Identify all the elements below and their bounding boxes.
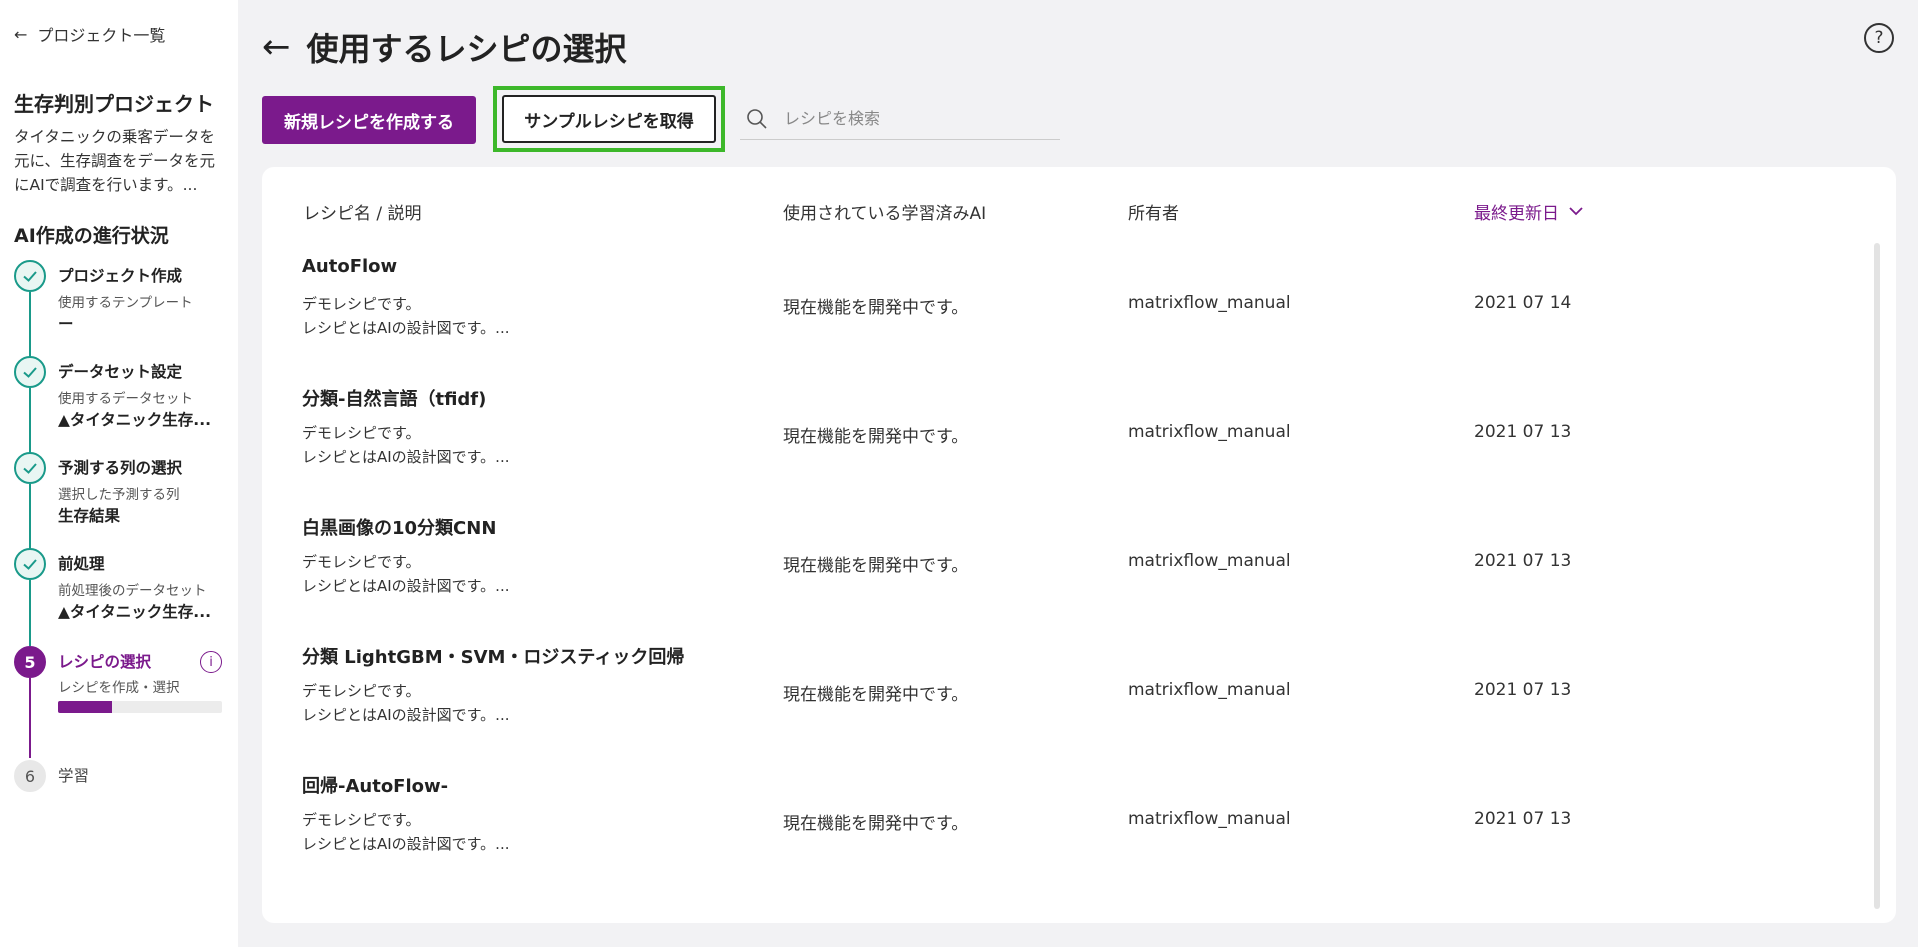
get-sample-recipe-button[interactable]: サンプルレシピを取得 (502, 95, 716, 143)
recipe-desc-line: レシピとはAIの設計図です。... (302, 577, 510, 595)
sample-button-highlight: サンプルレシピを取得 (493, 86, 725, 152)
progress-title: AI作成の進行状況 (14, 225, 169, 247)
recipe-desc-line: デモレシピです。 (302, 811, 421, 829)
column-header-updated[interactable]: 最終更新日 (1474, 199, 1583, 224)
recipe-desc-line: デモレシピです。 (302, 682, 421, 700)
table-row[interactable]: 白黒画像の10分類CNN デモレシピです。 レシピとはAIの設計図です。... … (262, 514, 1862, 643)
column-header-ai: 使用されている学習済みAI (783, 204, 987, 224)
check-icon (14, 452, 46, 484)
updated-date: 2021 07 13 (1474, 551, 1572, 571)
column-header-name: レシピ名 / 説明 (303, 204, 422, 224)
arrow-left-icon: ← (14, 24, 28, 44)
recipe-name: 分類-自然言語（tfidf) (302, 389, 487, 410)
step-connector (29, 388, 31, 454)
table-row[interactable]: AutoFlow デモレシピです。 レシピとはAIの設計図です。... 現在機能… (262, 256, 1862, 385)
trained-ai: 現在機能を開発中です。 (783, 814, 969, 834)
back-to-projects-link[interactable]: ← プロジェクト一覧 (14, 22, 224, 46)
trained-ai: 現在機能を開発中です。 (783, 298, 969, 318)
column-header-updated-label: 最終更新日 (1474, 204, 1559, 224)
sidebar: ← プロジェクト一覧 生存判別プロジェクト タイタニックの乗客データを元に、生存… (0, 0, 238, 947)
create-recipe-button[interactable]: 新規レシピを作成する (262, 96, 476, 144)
step-sublabel: 使用するテンプレート (58, 295, 193, 311)
step-value: ▲タイタニック生存... (58, 603, 211, 621)
column-header-owner: 所有者 (1128, 204, 1179, 224)
recipe-description: デモレシピです。 レシピとはAIの設計図です。... (302, 808, 510, 856)
recipe-desc-line: レシピとはAIの設計図です。... (302, 835, 510, 853)
step-label: プロジェクト作成 (58, 267, 183, 285)
step-connector (29, 580, 31, 646)
owner: matrixflow_manual (1128, 551, 1291, 571)
step-number: 6 (14, 760, 46, 792)
step-value: 生存結果 (58, 507, 121, 525)
recipe-name: 分類 LightGBM・SVM・ロジスティック回帰 (302, 647, 685, 668)
trained-ai: 現在機能を開発中です。 (783, 556, 969, 576)
step-sublabel: レシピを作成・選択 (58, 680, 180, 696)
recipe-table-card: レシピ名 / 説明 使用されている学習済みAI 所有者 最終更新日 AutoFl… (262, 167, 1896, 923)
step-label: データセット設定 (58, 363, 183, 381)
updated-date: 2021 07 14 (1474, 293, 1572, 313)
project-description: タイタニックの乗客データを元に、生存調査をデータを元にAIで調査を行います。..… (14, 128, 216, 194)
owner: matrixflow_manual (1128, 809, 1291, 829)
updated-date: 2021 07 13 (1474, 809, 1572, 829)
back-arrow-icon[interactable]: ← (262, 30, 291, 64)
page-header: ← 使用するレシピの選択 (262, 24, 627, 70)
search-icon (747, 108, 767, 129)
recipe-name: 白黒画像の10分類CNN (302, 518, 497, 539)
recipe-desc-line: デモレシピです。 (302, 295, 421, 313)
search-box[interactable] (740, 98, 1060, 140)
recipe-desc-line: デモレシピです。 (302, 424, 421, 442)
page-title: 使用するレシピの選択 (306, 30, 627, 68)
updated-date: 2021 07 13 (1474, 680, 1572, 700)
check-icon (14, 356, 46, 388)
trained-ai: 現在機能を開発中です。 (783, 427, 969, 447)
search-input[interactable] (784, 109, 1034, 128)
recipe-description: デモレシピです。 レシピとはAIの設計図です。... (302, 292, 510, 340)
step-label: 前処理 (58, 555, 105, 573)
step-connector (29, 292, 31, 358)
step-number: 5 (14, 646, 46, 678)
step-connector (29, 484, 31, 550)
step-sublabel: 前処理後のデータセット (58, 583, 207, 599)
recipe-desc-line: レシピとはAIの設計図です。... (302, 706, 510, 724)
recipe-description: デモレシピです。 レシピとはAIの設計図です。... (302, 679, 510, 727)
step-label: 学習 (58, 767, 90, 785)
check-icon (14, 260, 46, 292)
table-row[interactable]: 分類-自然言語（tfidf) デモレシピです。 レシピとはAIの設計図です。..… (262, 385, 1862, 514)
step-progress-fill (58, 701, 113, 713)
check-icon (14, 548, 46, 580)
info-icon[interactable]: i (200, 651, 222, 673)
step-sublabel: 使用するデータセット (58, 391, 193, 407)
step-value: ー (58, 315, 74, 333)
step-label: レシピの選択 (58, 653, 152, 671)
step-sublabel: 選択した予測する列 (58, 487, 180, 503)
chevron-down-icon (1569, 204, 1583, 220)
step-connector (29, 678, 31, 758)
owner: matrixflow_manual (1128, 293, 1291, 313)
table-row[interactable]: 回帰-AutoFlow- デモレシピです。 レシピとはAIの設計図です。... … (262, 772, 1862, 901)
step-label: 予測する列の選択 (58, 459, 183, 477)
table-row[interactable]: 分類 LightGBM・SVM・ロジスティック回帰 デモレシピです。 レシピとは… (262, 643, 1862, 772)
project-title: 生存判別プロジェクト (14, 92, 214, 116)
recipe-name: 回帰-AutoFlow- (302, 776, 449, 797)
owner: matrixflow_manual (1128, 422, 1291, 442)
scrollbar[interactable] (1874, 243, 1880, 909)
step-progress-bar (58, 701, 222, 713)
recipe-desc-line: レシピとはAIの設計図です。... (302, 448, 510, 466)
step-value: ▲タイタニック生存... (58, 411, 211, 429)
back-link-label: プロジェクト一覧 (37, 26, 166, 45)
trained-ai: 現在機能を開発中です。 (783, 685, 969, 705)
updated-date: 2021 07 13 (1474, 422, 1572, 442)
help-icon[interactable]: ? (1864, 23, 1894, 53)
recipe-desc-line: デモレシピです。 (302, 553, 421, 571)
recipe-name: AutoFlow (302, 256, 398, 277)
recipe-desc-line: レシピとはAIの設計図です。... (302, 319, 510, 337)
recipe-description: デモレシピです。 レシピとはAIの設計図です。... (302, 550, 510, 598)
recipe-description: デモレシピです。 レシピとはAIの設計図です。... (302, 421, 510, 469)
owner: matrixflow_manual (1128, 680, 1291, 700)
